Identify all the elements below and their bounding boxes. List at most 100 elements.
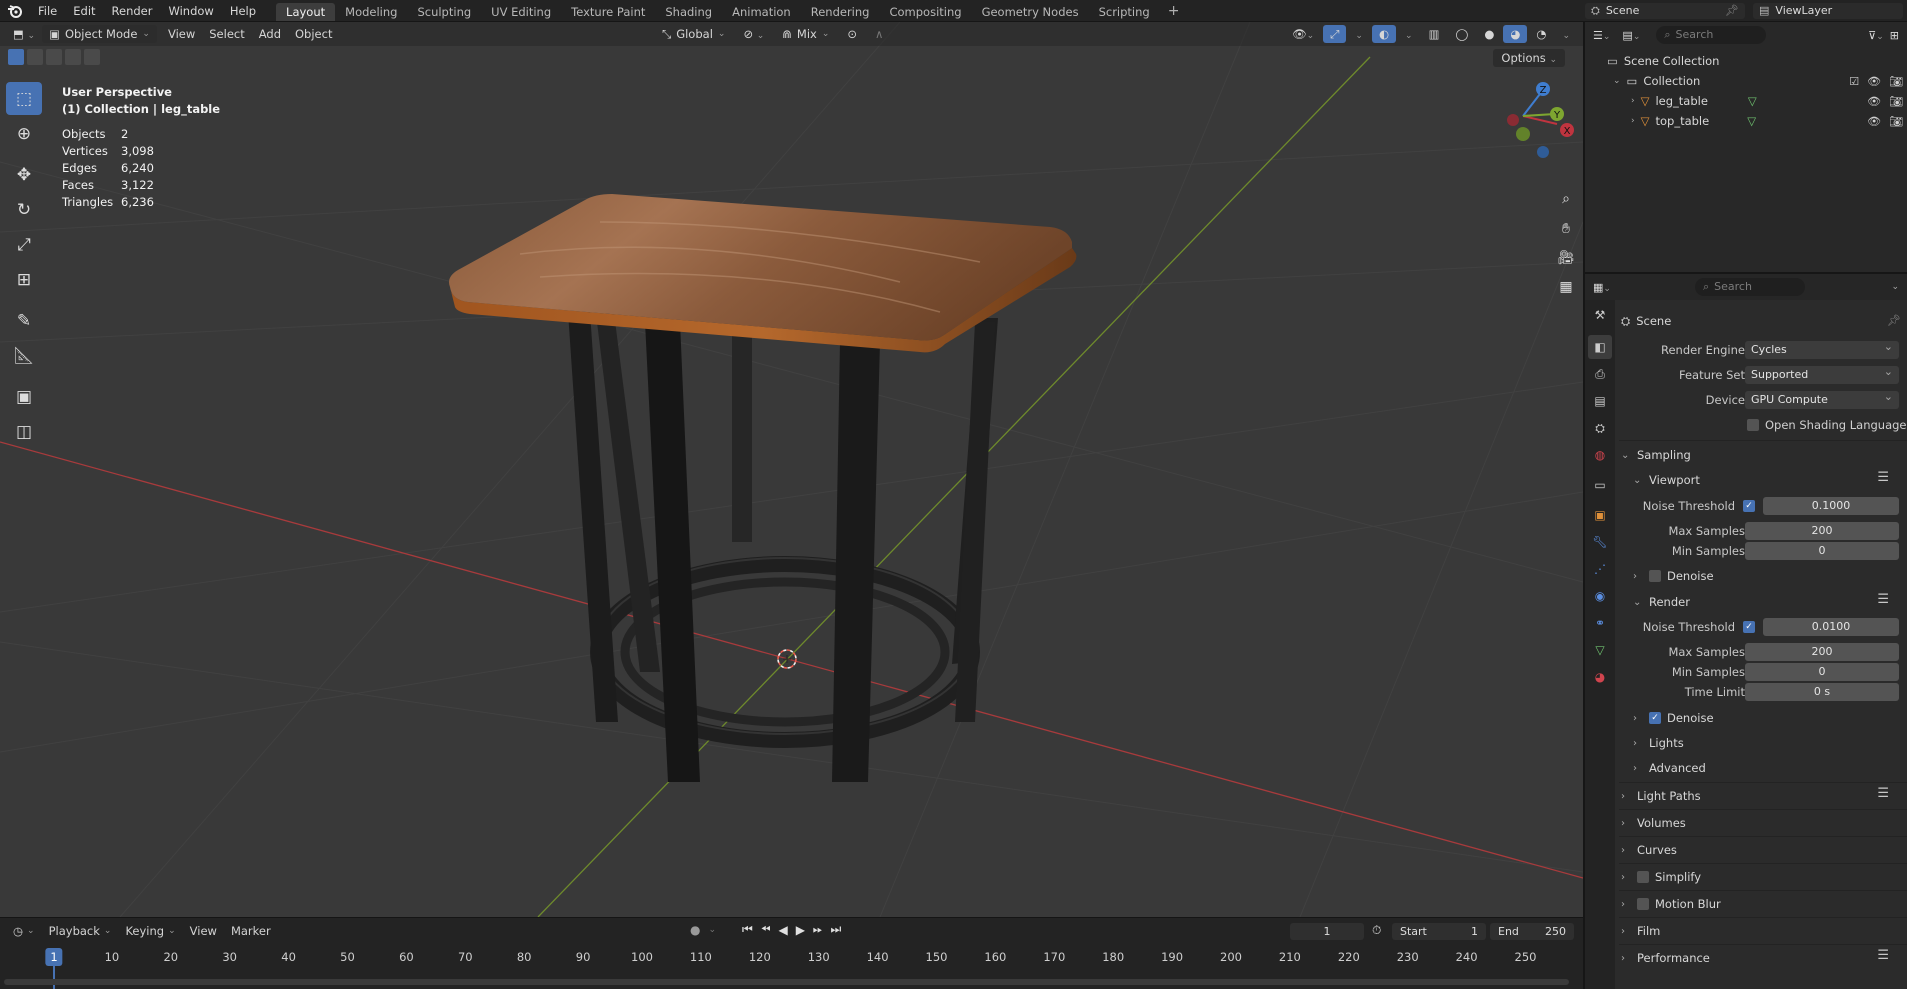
menu-edit[interactable]: Edit <box>65 0 103 22</box>
exclude-checkbox-icon[interactable]: ☑ <box>1849 75 1859 88</box>
rendered-shading-icon[interactable]: ◔ <box>1529 25 1553 43</box>
tab-texture-paint[interactable]: Texture Paint <box>561 3 655 21</box>
physics-tab-icon[interactable]: ◉ <box>1588 584 1612 608</box>
motion-blur-panel-header[interactable]: › Motion Blur <box>1621 893 1907 915</box>
editor-type-button[interactable]: ⬒ ⌄ <box>6 25 42 43</box>
render-max-samples-field[interactable]: 200 <box>1745 643 1899 661</box>
jump-keyframe-forward-icon[interactable]: ⏩︎ <box>813 922 823 937</box>
viewport-denoise-checkbox[interactable] <box>1649 570 1661 582</box>
render-tab-icon[interactable]: ◧ <box>1588 335 1612 359</box>
start-frame-field[interactable]: Start 1 <box>1392 923 1486 940</box>
presets-list-icon[interactable]: ☰ <box>1877 948 1889 963</box>
render-noise-threshold-checkbox[interactable]: ✓ <box>1743 621 1755 633</box>
advanced-subpanel-header[interactable]: › Advanced <box>1633 757 1907 779</box>
viewport-subpanel-header[interactable]: ⌄ Viewport <box>1633 469 1907 491</box>
menu-object[interactable]: Object <box>288 25 339 43</box>
render-denoise-checkbox[interactable]: ✓ <box>1649 712 1661 724</box>
expand-arrow-icon[interactable]: ⌄ <box>1613 76 1621 86</box>
render-subpanel-header[interactable]: ⌄ Render <box>1633 591 1907 613</box>
tab-uv-editing[interactable]: UV Editing <box>481 3 561 21</box>
ortho-grid-icon[interactable]: ▦ <box>1553 274 1579 300</box>
falloff-icon[interactable]: ∧ <box>868 25 890 43</box>
pan-hand-icon[interactable]: ✋︎ <box>1553 216 1579 242</box>
outliner-object-row[interactable]: › ▽ top_table ▽ 👁︎ 📷︎ <box>1585 111 1907 131</box>
gizmo-toggle-icon[interactable]: ⤢ <box>1323 25 1347 43</box>
eye-icon[interactable]: 👁︎ <box>1867 95 1881 108</box>
measure-tool-icon[interactable]: 📐︎ <box>6 339 42 372</box>
pivot-dropdown[interactable]: ⊘ ⌄ <box>736 25 771 43</box>
object-tab-icon[interactable]: ▣ <box>1588 503 1612 527</box>
transform-orientation-dropdown[interactable]: ⤡ Global ⌄ <box>655 25 732 43</box>
jump-keyframe-back-icon[interactable]: ⏪︎ <box>761 922 771 937</box>
material-tab-icon[interactable]: ◕ <box>1588 665 1612 689</box>
jump-start-icon[interactable]: ⏮︎ <box>742 922 753 937</box>
editor-type-button[interactable]: ◷ ⌄ <box>6 924 42 938</box>
new-collection-icon[interactable]: ⊞ <box>1890 29 1899 42</box>
scene-tab-icon[interactable]: ⛭ <box>1588 416 1612 440</box>
menu-select[interactable]: Select <box>202 25 251 43</box>
filter-icon[interactable]: ⊽⌄ <box>1868 29 1884 42</box>
tab-geometry-nodes[interactable]: Geometry Nodes <box>972 3 1089 21</box>
properties-search-input[interactable]: ⌕ Search <box>1694 278 1805 296</box>
mode-selector[interactable]: ▣ Object Mode ⌄ <box>42 25 157 43</box>
particles-tab-icon[interactable]: ⋰ <box>1588 557 1612 581</box>
snap-dropdown[interactable]: ⋒ Mix ⌄ <box>775 25 836 43</box>
collection-tab-icon[interactable]: ▭ <box>1588 473 1612 497</box>
menu-keying[interactable]: Keying ⌄ <box>118 924 182 938</box>
3d-viewport[interactable]: ⬒ ⌄ ▣ Object Mode ⌄ View Select Add Obje… <box>0 22 1583 917</box>
cursor-tool-icon[interactable]: ⊕ <box>6 117 42 150</box>
modifier-tab-icon[interactable]: 🔧︎ <box>1588 530 1612 554</box>
frame-ruler[interactable]: 1 10 20 30 40 50 60 70 80 90 100 110 120 130 140 150 16… <box>0 946 1583 989</box>
editor-type-button[interactable]: ▦⌄ <box>1593 281 1611 294</box>
wireframe-shading-icon[interactable]: ◯ <box>1448 25 1475 43</box>
annotate-tool-icon[interactable]: ✎ <box>6 304 42 337</box>
end-frame-field[interactable]: End 250 <box>1490 923 1574 940</box>
collection-row[interactable]: ⌄ ▭ Collection ☑ 👁︎ 📷︎ <box>1585 71 1907 91</box>
expand-arrow-icon[interactable]: › <box>1631 116 1635 126</box>
viewport-max-samples-field[interactable]: 200 <box>1745 522 1899 540</box>
device-dropdown[interactable]: GPU Compute <box>1745 388 1899 409</box>
viewport-denoise-header[interactable]: › Denoise <box>1633 565 1907 587</box>
mesh-data-icon[interactable]: ▽ <box>1748 94 1757 108</box>
overlays-dropdown[interactable]: ⌄ <box>1398 25 1420 43</box>
time-limit-field[interactable]: 0 s <box>1745 683 1899 701</box>
render-engine-dropdown[interactable]: Cycles <box>1745 338 1899 359</box>
material-shading-icon[interactable]: ◕ <box>1503 25 1528 43</box>
render-denoise-header[interactable]: › ✓ Denoise <box>1633 707 1907 729</box>
constraints-tab-icon[interactable]: ⚭ <box>1588 611 1612 635</box>
playhead-frame-badge[interactable]: 1 <box>45 948 63 966</box>
menu-view[interactable]: View <box>161 25 202 43</box>
select-new-icon[interactable] <box>8 49 24 65</box>
pin-icon[interactable]: 📌︎ <box>1887 314 1901 327</box>
add-object-tool-icon[interactable]: ◫ <box>6 415 42 448</box>
performance-panel-header[interactable]: › Performance <box>1621 947 1907 969</box>
chevron-down-icon[interactable]: ⌄ <box>1891 282 1899 292</box>
jump-end-icon[interactable]: ⏭︎ <box>831 922 842 937</box>
camera-icon[interactable]: 📷︎ <box>1889 95 1903 108</box>
shading-dropdown[interactable]: ⌄ <box>1555 25 1577 43</box>
camera-icon[interactable]: 📷︎ <box>1889 115 1903 128</box>
tab-modeling[interactable]: Modeling <box>335 3 407 21</box>
output-tab-icon[interactable]: ⎙ <box>1588 362 1612 386</box>
presets-list-icon[interactable]: ☰ <box>1877 592 1889 607</box>
menu-marker[interactable]: Marker <box>224 924 278 938</box>
xray-toggle-icon[interactable]: ▥ <box>1422 25 1447 43</box>
menu-view[interactable]: View <box>183 924 224 938</box>
menu-playback[interactable]: Playback ⌄ <box>42 924 119 938</box>
tab-sculpting[interactable]: Sculpting <box>407 3 481 21</box>
select-extend-icon[interactable] <box>27 49 43 65</box>
feature-set-dropdown[interactable]: Supported <box>1745 363 1899 384</box>
tab-layout[interactable]: Layout <box>276 2 336 21</box>
view-layer-tab-icon[interactable]: ▤ <box>1588 389 1612 413</box>
add-workspace-button[interactable]: + <box>1160 3 1188 19</box>
volumes-panel-header[interactable]: › Volumes <box>1621 812 1907 834</box>
record-icon[interactable]: ● <box>690 923 700 937</box>
presets-list-icon[interactable]: ☰ <box>1877 786 1889 801</box>
viewport-scene[interactable] <box>0 22 1583 917</box>
menu-help[interactable]: Help <box>222 0 264 22</box>
options-dropdown[interactable]: Options ⌄ <box>1493 49 1565 67</box>
osl-checkbox[interactable] <box>1747 419 1759 431</box>
tab-compositing[interactable]: Compositing <box>879 3 971 21</box>
tab-shading[interactable]: Shading <box>655 3 722 21</box>
motion-blur-checkbox[interactable] <box>1637 898 1649 910</box>
